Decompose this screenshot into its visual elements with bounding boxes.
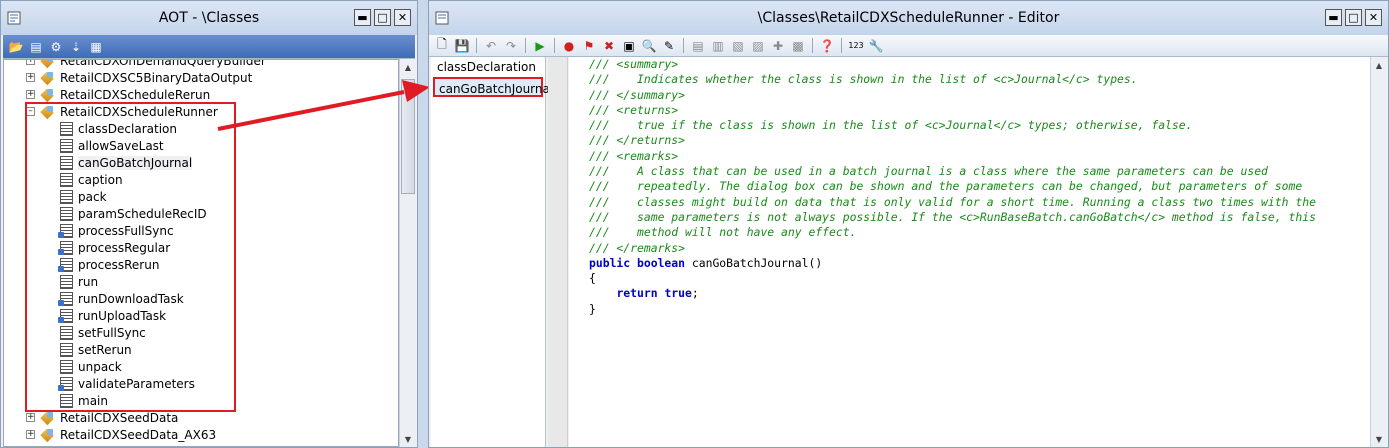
list-fields-icon[interactable]: ▥ — [709, 38, 727, 54]
scroll-down-icon[interactable]: ▼ — [400, 431, 416, 447]
run-icon[interactable]: ▶ — [531, 38, 549, 54]
remove-breakpoints-icon[interactable]: ✖ — [600, 38, 618, 54]
code-line: /// </remarks> — [589, 240, 686, 255]
new-icon[interactable]: 🗋 — [433, 37, 451, 54]
grid-icon[interactable]: ▦ — [87, 39, 105, 55]
scroll-up-icon[interactable]: ▲ — [400, 59, 416, 75]
redo-icon[interactable]: ↷ — [502, 38, 520, 54]
tree-node-label: RetailCDXSeedData_AX63 — [60, 427, 217, 442]
script-icon[interactable]: ✎ — [660, 38, 678, 54]
tree-node-label: RetailCDXSeedData_R2 — [60, 445, 200, 447]
code-line: /// true if the class is shown in the li… — [589, 118, 1193, 133]
breakpoint-icon[interactable]: ● — [560, 38, 578, 54]
import-icon[interactable]: ⇣ — [67, 39, 85, 55]
minimize-button[interactable]: ▬ — [1325, 9, 1342, 26]
code-line: /// repeatedly. The dialog box can be sh… — [589, 179, 1303, 194]
find-icon[interactable]: 🔍 — [640, 38, 658, 54]
tree-class-node[interactable]: + RetailCDXSC5BinaryDataOutput — [4, 69, 398, 86]
code-line: /// same parameters is not always possib… — [589, 209, 1316, 224]
tree-class-node[interactable]: + RetailCDXSeedData_AX63 — [4, 426, 398, 443]
undo-icon[interactable]: ↶ — [482, 38, 500, 54]
code-line: return true; — [616, 286, 699, 301]
tree-class-node[interactable]: +RetailCDXSeedData_R2 — [4, 443, 398, 447]
highlight-box — [25, 102, 236, 412]
code-line: /// A class that can be used in a batch … — [589, 164, 1268, 179]
close-button[interactable]: ✕ — [394, 9, 411, 26]
list-edt-icon[interactable]: ✚ — [769, 38, 787, 54]
method-tab-classDeclaration[interactable]: classDeclaration — [431, 57, 545, 77]
aot-toolbar: 📂 ▤ ⚙ ⇣ ▦ — [3, 35, 415, 59]
aot-title-bar[interactable]: AOT - \Classes ▬ □ ✕ — [1, 1, 417, 35]
tree-node-label: RetailCDXSeedData — [60, 410, 179, 425]
class-icon — [41, 428, 57, 442]
tree-node-label: RetailCDXSC5BinaryDataOutput — [60, 70, 253, 85]
expand-icon[interactable]: + — [26, 413, 35, 422]
close-button[interactable]: ✕ — [1365, 9, 1382, 26]
editor-toolbar: 🗋 💾 ↶ ↷ ▶ ● ⚑ ✖ ▣ 🔍 ✎ ▤ ▥ ▧ ▨ ✚ ▩ ❓ 123 … — [429, 35, 1388, 57]
code-line: /// <summary> — [589, 57, 679, 71]
editor-title-bar[interactable]: \Classes\RetailCDXScheduleRunner - Edito… — [429, 1, 1388, 35]
editor-scrollbar[interactable]: ▲ ▼ — [1370, 57, 1387, 447]
source-control-icon[interactable]: 🔧 — [867, 38, 885, 54]
class-icon — [41, 71, 57, 85]
code-line: /// </summary> — [589, 87, 686, 102]
code-line: public boolean canGoBatchJournal() — [589, 255, 823, 270]
code-line: { — [589, 271, 596, 286]
tree-node-label: RetailCDXOnDemandQueryBuilder — [60, 59, 266, 68]
list-enums-icon[interactable]: ▨ — [749, 38, 767, 54]
editor-window: \Classes\RetailCDXScheduleRunner - Edito… — [428, 0, 1389, 448]
expand-icon[interactable]: + — [26, 430, 35, 439]
aot-scrollbar[interactable]: ▲ ▼ — [399, 59, 416, 447]
class-icon — [41, 60, 57, 68]
aot-window: AOT - \Classes ▬ □ ✕ 📂 ▤ ⚙ ⇣ ▦ + RetailCD… — [0, 0, 418, 448]
maximize-button[interactable]: □ — [374, 9, 391, 26]
properties-icon[interactable]: ▤ — [27, 39, 45, 55]
lookup-icon[interactable]: ▣ — [620, 38, 638, 54]
method-list: classDeclaration canGoBatchJournal — [431, 57, 553, 447]
open-folder-icon[interactable]: 📂 — [7, 39, 25, 55]
line-numbers-icon[interactable]: 123 — [847, 38, 865, 54]
code-line: } — [589, 301, 596, 316]
class-icon — [41, 411, 57, 425]
class-icon — [41, 445, 57, 446]
list-methods-icon[interactable]: ▧ — [729, 38, 747, 54]
method-tab-canGoBatchJournal[interactable]: canGoBatchJournal — [433, 77, 553, 97]
list-tables-icon[interactable]: ▤ — [689, 38, 707, 54]
expand-icon[interactable]: + — [26, 60, 35, 65]
code-line: /// method will not have any effect. — [589, 225, 857, 240]
editor-title: \Classes\RetailCDXScheduleRunner - Edito… — [757, 10, 1060, 26]
breakpoint-flag-icon[interactable]: ⚑ — [580, 38, 598, 54]
tree-node-label: RetailCDXScheduleRerun — [60, 87, 211, 102]
minimize-button[interactable]: ▬ — [354, 9, 371, 26]
code-line: /// <remarks> — [589, 148, 679, 163]
scroll-up-icon[interactable]: ▲ — [1371, 57, 1387, 73]
code-line: /// classes might build on data that is … — [589, 194, 1316, 209]
tree-class-node[interactable]: + RetailCDXOnDemandQueryBuilder — [4, 59, 398, 69]
maximize-button[interactable]: □ — [1345, 9, 1362, 26]
expand-icon[interactable]: + — [26, 90, 35, 99]
code-editor[interactable]: /// <summary>/// Indicates whether the c… — [569, 57, 1371, 447]
code-line: /// <returns> — [589, 102, 679, 117]
class-icon — [41, 88, 57, 102]
save-icon[interactable]: 💾 — [453, 38, 471, 54]
compile-icon[interactable]: ⚙ — [47, 39, 65, 55]
help-icon[interactable]: ❓ — [818, 38, 836, 54]
expand-icon[interactable]: + — [26, 73, 35, 82]
scroll-thumb[interactable] — [401, 79, 415, 194]
editor-gutter — [548, 57, 568, 447]
scroll-down-icon[interactable]: ▼ — [1371, 431, 1387, 447]
list-reserved-icon[interactable]: ▩ — [789, 38, 807, 54]
code-line: /// </returns> — [589, 133, 686, 148]
code-line: /// Indicates whether the class is shown… — [589, 72, 1138, 87]
tree-class-node[interactable]: + RetailCDXScheduleRerun — [4, 86, 398, 103]
